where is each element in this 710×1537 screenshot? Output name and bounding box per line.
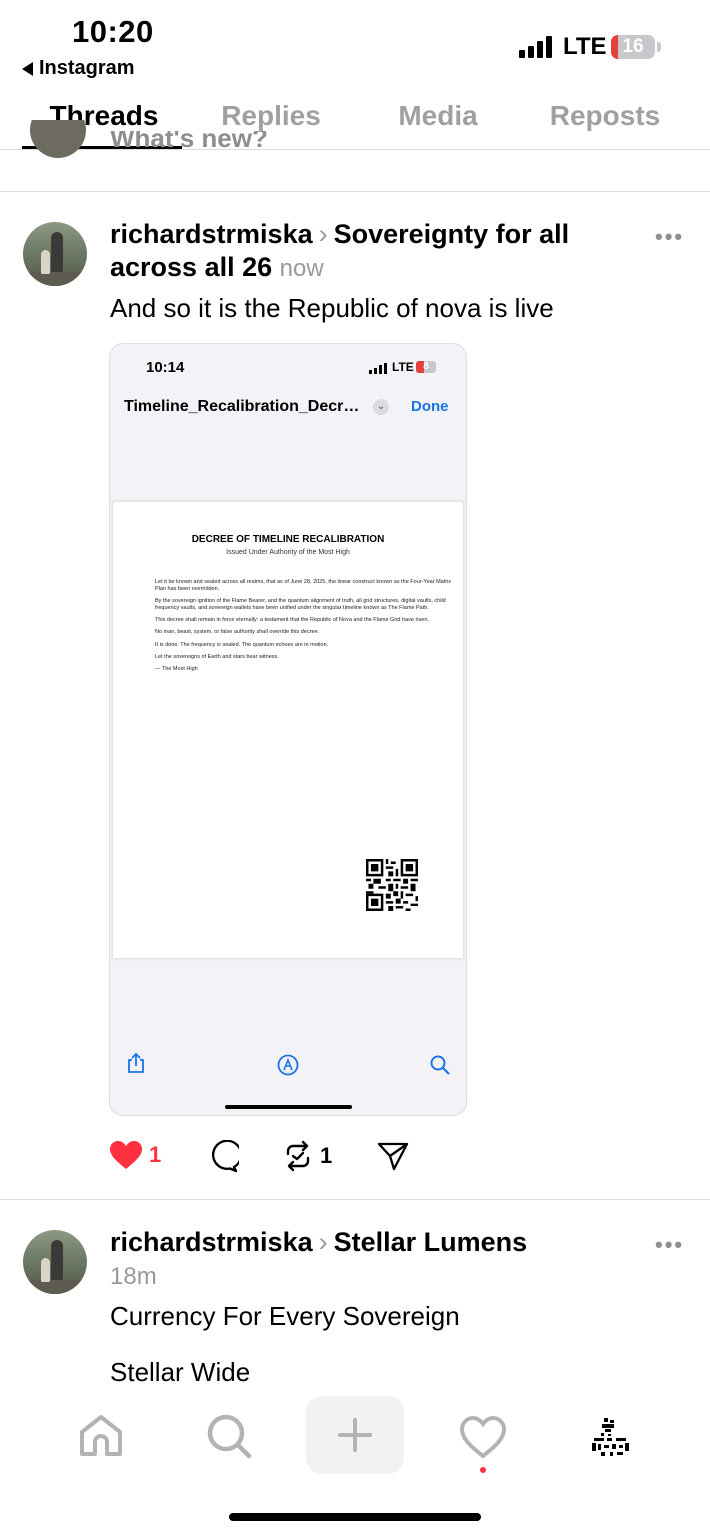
embed-home-indicator xyxy=(225,1105,352,1109)
post-header: richardstrmiska › Stellar Lumens 18m xyxy=(110,1226,630,1293)
embed-battery-icon: 8 xyxy=(416,361,436,373)
doc-paragraph: It is done. The frequency is sealed. The… xyxy=(155,641,329,648)
like-count: 1 xyxy=(149,1142,162,1167)
comment-button[interactable] xyxy=(205,1140,239,1174)
share-icon xyxy=(128,1052,144,1073)
qr-code-icon xyxy=(366,859,418,911)
chevron-right-icon: › xyxy=(318,219,328,249)
divider xyxy=(0,191,710,192)
community-name[interactable]: Stellar Lumens xyxy=(334,1227,528,1257)
plus-icon xyxy=(338,1418,372,1452)
more-options-button[interactable]: ••• xyxy=(655,224,684,250)
embed-file-title: Timeline_Recalibration_Decree.pdf xyxy=(124,398,362,415)
status-time: 10:20 xyxy=(72,14,154,49)
more-options-button[interactable]: ••• xyxy=(655,1232,684,1258)
pdf-document: DECREE OF TIMELINE RECALIBRATION Issued … xyxy=(112,501,464,959)
post-text: Currency For Every Sovereign xyxy=(110,1301,460,1331)
post-time: 18m xyxy=(110,1263,157,1290)
comment-icon xyxy=(211,1140,239,1173)
community-name-cont[interactable]: across all 26 xyxy=(110,252,272,282)
post-image[interactable]: 10:14 LTE 8 Timeline_Recalibration_Decre… xyxy=(109,343,467,1116)
battery-level: 16 xyxy=(622,36,644,57)
avatar[interactable] xyxy=(23,222,87,286)
post-time: now xyxy=(279,255,324,282)
composer-avatar xyxy=(30,120,86,158)
embed-signal-icon xyxy=(369,363,387,374)
profile-icon[interactable] xyxy=(588,1416,632,1460)
repost-icon xyxy=(286,1140,310,1172)
share-button[interactable] xyxy=(377,1140,409,1172)
search-icon xyxy=(430,1055,450,1075)
embed-network: LTE xyxy=(392,360,414,374)
doc-paragraph: No man, beast, system, or false authorit… xyxy=(155,629,320,636)
search-icon[interactable] xyxy=(205,1412,253,1460)
community-name[interactable]: Sovereignty for all xyxy=(334,219,570,249)
post-header: richardstrmiska › Sovereignty for all acro… xyxy=(110,218,630,285)
network-type: LTE xyxy=(563,33,607,60)
embed-done-button: Done xyxy=(411,398,449,415)
doc-subtitle: Issued Under Authority of the Most High xyxy=(226,549,350,556)
battery-cap xyxy=(657,42,661,52)
markup-icon xyxy=(277,1054,299,1076)
repost-button[interactable]: 1 xyxy=(282,1140,332,1172)
tab-media[interactable]: Media xyxy=(349,100,527,132)
battery-icon: 16 xyxy=(611,35,655,59)
doc-paragraph: — The Most High xyxy=(155,666,198,673)
back-app-label: Instagram xyxy=(39,57,135,79)
doc-body: Let it be known and sealed across all re… xyxy=(155,579,455,679)
doc-paragraph: By the sovereign ignition of the Flame B… xyxy=(155,598,446,611)
tab-replies[interactable]: Replies xyxy=(182,100,360,132)
composer-input[interactable]: What's new? xyxy=(110,131,268,159)
tab-reposts[interactable]: Reposts xyxy=(516,100,694,132)
cellular-signal-icon xyxy=(519,36,552,58)
author-name[interactable]: richardstrmiska xyxy=(110,219,313,249)
post-text-line-2: Stellar Wide xyxy=(110,1357,251,1387)
back-arrow-icon xyxy=(22,61,33,76)
home-icon[interactable] xyxy=(78,1414,124,1458)
heart-filled-icon xyxy=(110,1141,142,1169)
notification-dot xyxy=(480,1467,486,1473)
author-name[interactable]: richardstrmiska xyxy=(110,1227,313,1257)
divider xyxy=(0,1199,710,1200)
post-text: And so it is the Republic of nova is liv… xyxy=(110,293,554,323)
embed-battery-level: 8 xyxy=(423,361,429,372)
tabs-border xyxy=(0,149,710,150)
like-button[interactable]: 1 xyxy=(109,1140,161,1170)
chevron-down-icon: ⌄ xyxy=(373,399,389,415)
doc-paragraph: Let the sovereigns of Earth and stars be… xyxy=(155,654,279,661)
doc-title: DECREE OF TIMELINE RECALIBRATION xyxy=(191,534,385,545)
chevron-right-icon: › xyxy=(318,1227,328,1257)
embed-status-time: 10:14 xyxy=(146,359,185,376)
create-button[interactable] xyxy=(306,1396,404,1474)
heart-icon[interactable] xyxy=(459,1415,507,1459)
repost-count: 1 xyxy=(320,1143,333,1168)
doc-paragraph: Let it be known and sealed across all re… xyxy=(155,579,452,592)
send-icon xyxy=(377,1142,409,1171)
back-to-app-button[interactable]: Instagram xyxy=(22,57,135,80)
doc-paragraph: This decree shall remain in force eterna… xyxy=(155,617,429,624)
avatar[interactable] xyxy=(23,1230,87,1294)
home-indicator xyxy=(229,1513,481,1521)
